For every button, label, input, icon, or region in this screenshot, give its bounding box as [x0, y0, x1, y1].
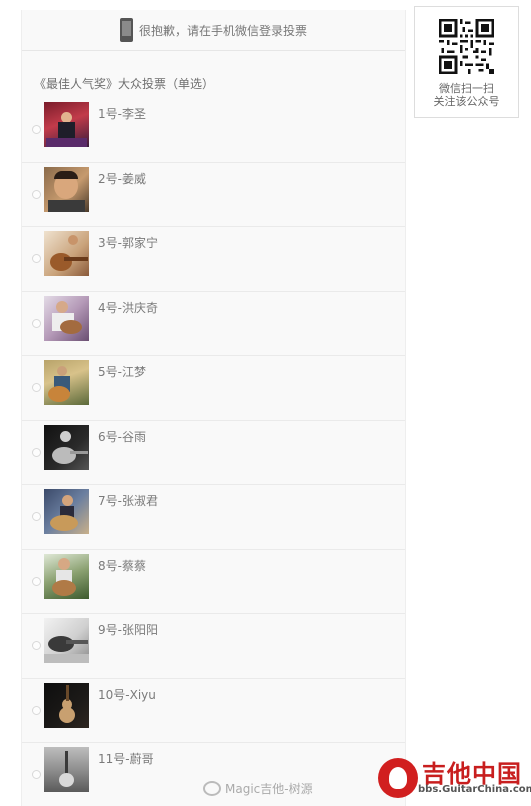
candidate-photo: [44, 231, 89, 276]
radio-button[interactable]: [32, 512, 41, 521]
qr-caption-line1: 微信扫一扫: [439, 82, 494, 95]
radio-button[interactable]: [32, 254, 41, 263]
vote-option-6[interactable]: 6号-谷雨: [22, 421, 405, 485]
vote-option-7[interactable]: 7号-张淑君: [22, 485, 405, 550]
option-label: 10号-Xiyu: [98, 687, 156, 702]
candidate-photo: [44, 489, 89, 534]
page: 很抱歉，请在手机微信登录投票 《最佳人气奖》大众投票（单选） 1号-李圣 2号-…: [0, 0, 531, 806]
radio-button[interactable]: [32, 770, 41, 779]
option-label: 8号-蔡蔡: [98, 558, 146, 573]
vote-option-10[interactable]: 10号-Xiyu: [22, 679, 405, 743]
option-label: 2号-姜威: [98, 171, 146, 186]
weibo-watermark: Magic吉他-树源: [203, 780, 313, 797]
candidate-photo: [44, 618, 89, 663]
guitar-logo-icon: [378, 758, 418, 798]
vote-option-5[interactable]: 5号-江梦: [22, 356, 405, 421]
vote-option-8[interactable]: 8号-蔡蔡: [22, 550, 405, 614]
weibo-icon: [203, 781, 221, 796]
qr-caption: 微信扫一扫 关注该公众号: [415, 82, 518, 108]
option-label: 4号-洪庆奇: [98, 300, 158, 315]
phone-icon: [119, 18, 133, 42]
option-label: 7号-张淑君: [98, 494, 158, 508]
radio-button[interactable]: [32, 705, 41, 715]
candidate-photo: [44, 682, 89, 728]
vote-option-1[interactable]: 1号-李圣: [22, 98, 405, 163]
candidate-photo: [44, 747, 89, 792]
radio-button[interactable]: [32, 641, 41, 650]
login-notice-text: 很抱歉，请在手机微信登录投票: [138, 23, 307, 38]
vote-option-4[interactable]: 4号-洪庆奇: [22, 292, 405, 356]
login-notice: 很抱歉，请在手机微信登录投票: [22, 10, 405, 51]
radio-button[interactable]: [32, 447, 41, 457]
candidate-photo: [44, 295, 89, 341]
qr-code-box: 微信扫一扫 关注该公众号: [414, 6, 519, 118]
option-label: 1号-李圣: [98, 107, 146, 121]
option-label: 3号-郭家宁: [98, 236, 158, 250]
radio-button[interactable]: [32, 125, 41, 134]
candidate-photo: [44, 102, 89, 147]
poll-title: 《最佳人气奖》大众投票（单选）: [34, 77, 215, 91]
logo-url: bbs.GuitarChina.com: [418, 784, 531, 795]
radio-button[interactable]: [32, 383, 41, 392]
qr-code: [439, 19, 494, 74]
weibo-watermark-text: Magic吉他-树源: [225, 782, 313, 796]
candidate-photo: [44, 424, 89, 470]
radio-button[interactable]: [32, 189, 41, 199]
candidate-photo: [44, 553, 89, 599]
vote-option-9[interactable]: 9号-张阳阳: [22, 614, 405, 679]
option-list: 1号-李圣 2号-姜威 3号-郭家宁 4号-洪庆奇 5号-江梦 6号-谷雨 7号…: [22, 98, 405, 806]
candidate-photo: [44, 166, 89, 212]
radio-button[interactable]: [32, 576, 41, 586]
radio-button[interactable]: [32, 318, 41, 328]
vote-option-2[interactable]: 2号-姜威: [22, 163, 405, 227]
option-label: 11号-蔚哥: [98, 752, 154, 766]
option-label: 9号-张阳阳: [98, 623, 158, 637]
vote-panel: 很抱歉，请在手机微信登录投票 《最佳人气奖》大众投票（单选） 1号-李圣 2号-…: [21, 10, 406, 806]
option-label: 6号-谷雨: [98, 429, 146, 444]
qr-caption-line2: 关注该公众号: [433, 95, 500, 108]
candidate-photo: [44, 360, 89, 405]
guitarchina-logo: 吉他中国 bbs.GuitarChina.com: [378, 752, 531, 802]
vote-option-3[interactable]: 3号-郭家宁: [22, 227, 405, 292]
option-label: 5号-江梦: [98, 365, 146, 379]
